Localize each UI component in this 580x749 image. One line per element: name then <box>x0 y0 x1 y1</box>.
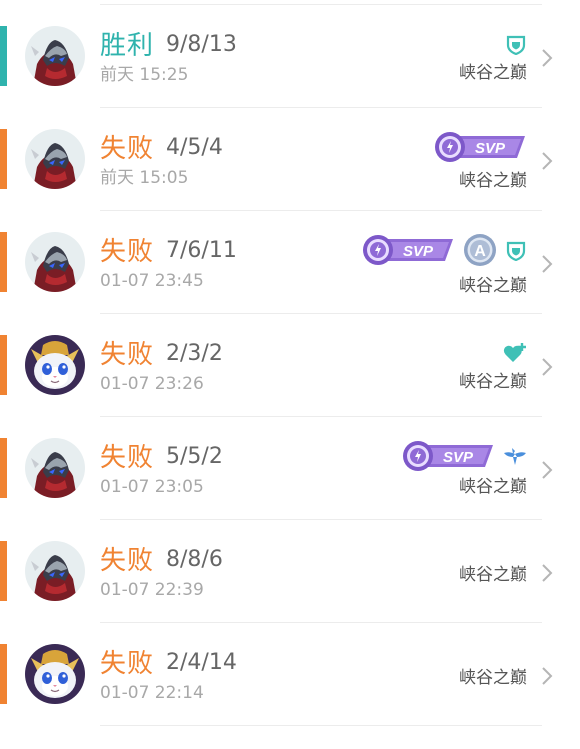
game-mode-label: 峡谷之巅 <box>459 372 527 392</box>
hero-dark-avatar <box>25 438 85 498</box>
chevron-right-icon <box>542 564 553 582</box>
chevron-right-icon <box>542 667 553 685</box>
result-indicator-bar <box>0 541 7 601</box>
match-time: 01-07 23:05 <box>100 477 204 497</box>
match-row[interactable]: 失败 2/4/14 01-07 22:14 峡谷之巅 <box>0 622 580 726</box>
kda-text: 7/6/11 <box>166 238 237 263</box>
shield-icon <box>506 35 526 55</box>
match-row[interactable]: 失败 7/6/11 01-07 23:45 SVP A 峡谷之巅 <box>0 210 580 314</box>
a-rank-badge: A <box>464 234 496 266</box>
kda-text: 9/8/13 <box>166 32 237 57</box>
badge-group <box>503 335 527 371</box>
wings-icon <box>504 448 526 465</box>
kda-text: 2/4/14 <box>166 650 237 675</box>
svp-badge: SVP <box>403 441 493 471</box>
svg-text:A: A <box>474 243 486 260</box>
svp-badge: SVP <box>435 132 525 162</box>
chevron-right-icon <box>542 49 553 67</box>
match-row[interactable]: 胜利 9/8/13 前天 15:25 峡谷之巅 <box>0 4 580 108</box>
match-result-label: 失败 <box>100 443 155 473</box>
result-indicator-bar <box>0 232 7 292</box>
match-time: 前天 15:05 <box>100 168 189 188</box>
match-time: 前天 15:25 <box>100 65 189 85</box>
result-indicator-bar <box>0 438 7 498</box>
badge-group: SVP <box>401 438 527 474</box>
chevron-right-icon <box>542 152 553 170</box>
svp-badge: SVP <box>363 235 453 265</box>
hero-dark-avatar <box>25 232 85 292</box>
match-result-label: 失败 <box>100 649 155 679</box>
match-time: 01-07 22:39 <box>100 580 204 600</box>
kda-text: 5/5/2 <box>166 444 223 469</box>
match-result-label: 胜利 <box>100 31 155 61</box>
hero-cat-avatar <box>25 644 85 704</box>
game-mode-label: 峡谷之巅 <box>459 477 527 497</box>
match-result-label: 失败 <box>100 237 155 267</box>
match-result-label: 失败 <box>100 546 155 576</box>
hero-dark-avatar <box>25 541 85 601</box>
chevron-right-icon <box>542 461 553 479</box>
svg-text:SVP: SVP <box>403 243 434 260</box>
match-row[interactable]: 失败 8/8/6 01-07 22:39 峡谷之巅 <box>0 519 580 623</box>
match-row[interactable]: 失败 4/5/4 前天 15:05 SVP 峡谷之巅 <box>0 107 580 211</box>
match-history-list: 胜利 9/8/13 前天 15:25 峡谷之巅 失败 4/5/4 前天 15:0… <box>0 0 580 749</box>
chevron-right-icon <box>542 255 553 273</box>
result-indicator-bar <box>0 129 7 189</box>
heart-plus-icon <box>503 343 526 362</box>
game-mode-label: 峡谷之巅 <box>459 171 527 191</box>
row-divider <box>100 725 542 726</box>
match-time: 01-07 22:14 <box>100 683 204 703</box>
game-mode-label: 峡谷之巅 <box>459 276 527 296</box>
badge-group <box>505 26 527 62</box>
kda-text: 8/8/6 <box>166 547 223 572</box>
game-mode-label: 峡谷之巅 <box>459 668 527 688</box>
result-indicator-bar <box>0 644 7 704</box>
match-row[interactable]: 失败 5/5/2 01-07 23:05 SVP 峡谷之巅 <box>0 416 580 520</box>
kda-text: 2/3/2 <box>166 341 223 366</box>
hero-cat-avatar <box>25 335 85 395</box>
badge-group: SVP <box>433 129 527 165</box>
kda-text: 4/5/4 <box>166 135 223 160</box>
result-indicator-bar <box>0 335 7 395</box>
match-result-label: 失败 <box>100 134 155 164</box>
match-time: 01-07 23:45 <box>100 271 204 291</box>
shield-icon <box>506 241 526 261</box>
match-time: 01-07 23:26 <box>100 374 204 394</box>
svg-text:SVP: SVP <box>475 140 506 157</box>
match-row[interactable]: 失败 2/3/2 01-07 23:26 峡谷之巅 <box>0 313 580 417</box>
game-mode-label: 峡谷之巅 <box>459 63 527 83</box>
result-indicator-bar <box>0 26 7 86</box>
hero-dark-avatar <box>25 26 85 86</box>
game-mode-label: 峡谷之巅 <box>459 565 527 585</box>
badge-group: SVP A <box>361 232 527 268</box>
match-result-label: 失败 <box>100 340 155 370</box>
hero-dark-avatar <box>25 129 85 189</box>
svg-text:SVP: SVP <box>443 449 474 466</box>
chevron-right-icon <box>542 358 553 376</box>
